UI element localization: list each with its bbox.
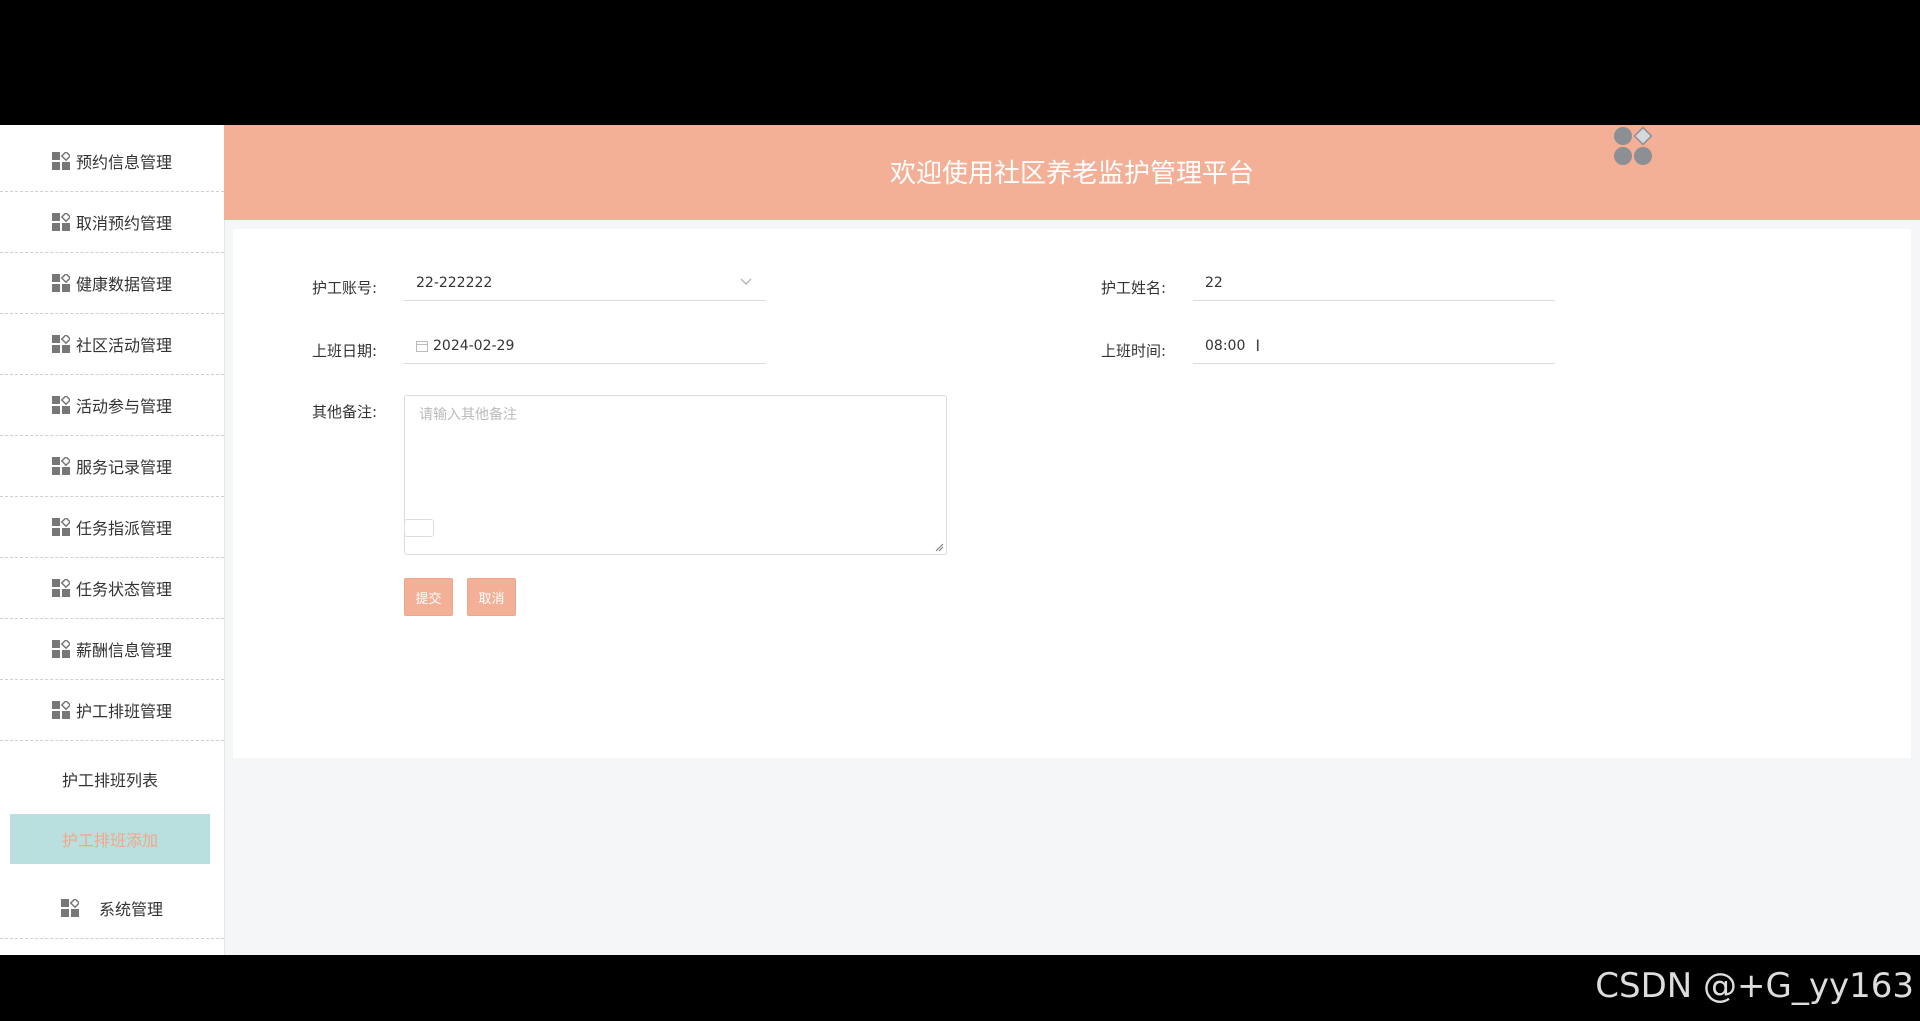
account-label: 护工账号: — [312, 279, 378, 297]
date-label: 上班日期: — [312, 342, 378, 360]
sidebar-item-cancel-reservation[interactable]: 取消预约管理 — [0, 192, 224, 253]
sidebar-item-schedule[interactable]: 护工排班管理 — [0, 680, 224, 741]
text-cursor-icon: I — [1255, 336, 1261, 355]
sidebar-subitem-schedule-list[interactable]: 护工排班列表 — [10, 754, 210, 804]
sidebar-item-activity-participation[interactable]: 活动参与管理 — [0, 375, 224, 436]
calendar-icon — [416, 340, 428, 352]
sidebar-item-task-status[interactable]: 任务状态管理 — [0, 558, 224, 619]
sidebar-item-community-activity[interactable]: 社区活动管理 — [0, 314, 224, 375]
sidebar-subitem-label: 护工排班添加 — [61, 831, 158, 850]
submit-button[interactable]: 提交 — [404, 578, 453, 616]
grid-icon — [51, 640, 70, 658]
sidebar-item-label: 任务状态管理 — [75, 580, 172, 599]
grid-icon — [51, 579, 70, 597]
grid-icon — [51, 274, 70, 292]
grid-icon — [51, 457, 70, 475]
resize-handle-icon[interactable] — [934, 542, 944, 552]
sidebar-item-label: 系统管理 — [98, 900, 163, 919]
grid-icon — [60, 899, 79, 917]
grid-icon — [51, 152, 70, 170]
header: 欢迎使用社区养老监护管理平台 — [224, 125, 1920, 220]
sidebar-item-label: 预约信息管理 — [75, 153, 172, 172]
grid-icon — [51, 518, 70, 536]
page-title: 欢迎使用社区养老监护管理平台 — [889, 159, 1254, 189]
name-label: 护工姓名: — [1101, 279, 1167, 297]
sidebar-item-reservation[interactable]: 预约信息管理 — [0, 131, 224, 192]
time-label: 上班时间: — [1101, 342, 1167, 360]
date-picker[interactable]: 2024-02-29 — [404, 328, 766, 364]
time-value: 08:00 — [1205, 337, 1246, 354]
sidebar-item-label: 取消预约管理 — [75, 214, 172, 233]
form-panel: 护工账号: 22-222222 护工姓名: 22 上班日期: 2024-02-2… — [233, 229, 1911, 758]
name-value: 22 — [1205, 274, 1223, 291]
sidebar-item-label: 服务记录管理 — [75, 458, 172, 477]
account-select[interactable]: 22-222222 — [404, 265, 766, 301]
remark-textarea[interactable]: 请输入其他备注 — [404, 395, 947, 555]
sidebar-item-system[interactable]: 系统管理 — [0, 878, 224, 939]
sidebar-item-label: 健康数据管理 — [75, 275, 172, 294]
sidebar: 预约信息管理 取消预约管理 健康数据管理 社区活动管理 活动参与管理 服务记录管… — [0, 125, 225, 955]
sidebar-item-label: 社区活动管理 — [75, 336, 172, 355]
chevron-down-icon — [740, 278, 752, 285]
watermark: CSDN @+G_yy163 — [1595, 966, 1914, 1006]
sidebar-item-label: 任务指派管理 — [75, 519, 172, 538]
grid-icon — [51, 701, 70, 719]
sidebar-item-health-data[interactable]: 健康数据管理 — [0, 253, 224, 314]
account-value: 22-222222 — [416, 274, 493, 291]
remark-label: 其他备注: — [312, 403, 378, 421]
date-value: 2024-02-29 — [433, 337, 515, 354]
name-input[interactable]: 22 — [1193, 265, 1555, 301]
sidebar-item-label: 护工排班管理 — [75, 702, 172, 721]
time-input[interactable]: 08:00 I — [1193, 328, 1555, 364]
sidebar-subitem-label: 护工排班列表 — [61, 771, 158, 790]
sidebar-item-label: 活动参与管理 — [75, 397, 172, 416]
sidebar-subitem-schedule-add[interactable]: 护工排班添加 — [10, 814, 210, 864]
sidebar-item-task-assign[interactable]: 任务指派管理 — [0, 497, 224, 558]
grid-icon — [51, 396, 70, 414]
logo-icon — [1614, 126, 1653, 165]
app-root: 预约信息管理 取消预约管理 健康数据管理 社区活动管理 活动参与管理 服务记录管… — [0, 125, 1920, 955]
grid-icon — [51, 213, 70, 231]
remark-placeholder: 请输入其他备注 — [419, 407, 517, 423]
cancel-button[interactable]: 取消 — [467, 578, 516, 616]
sidebar-item-label: 薪酬信息管理 — [75, 641, 172, 660]
sidebar-item-service-record[interactable]: 服务记录管理 — [0, 436, 224, 497]
sidebar-item-salary[interactable]: 薪酬信息管理 — [0, 619, 224, 680]
grid-icon — [51, 335, 70, 353]
